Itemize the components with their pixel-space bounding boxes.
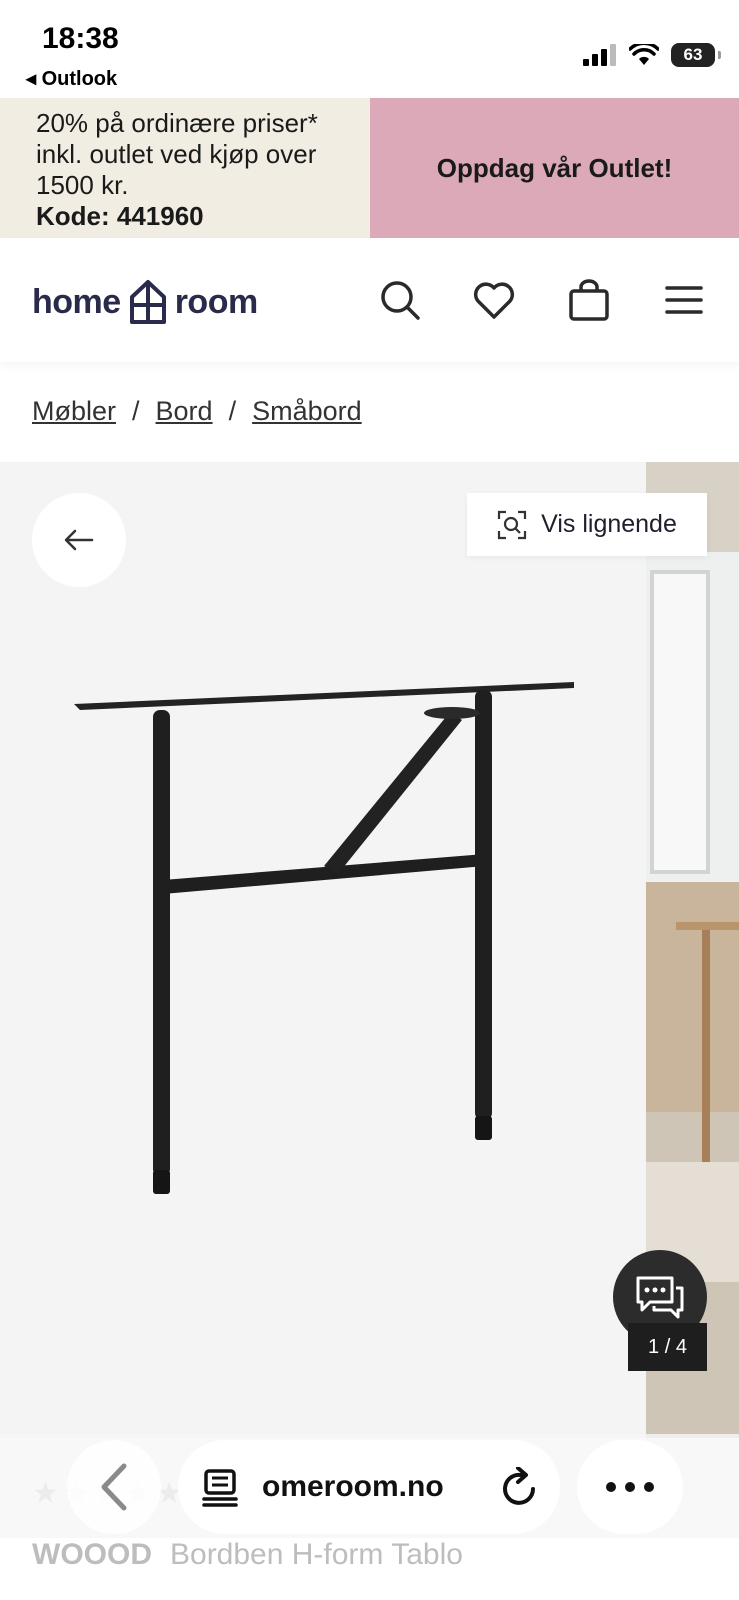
product-brand[interactable]: WOOOD (32, 1538, 152, 1571)
breadcrumb-link-mobler[interactable]: Møbler (32, 396, 116, 427)
image-counter: 1 / 4 (628, 1323, 707, 1371)
status-icons: 63 (583, 40, 721, 70)
chevron-left-icon (101, 1463, 127, 1511)
back-to-app-link[interactable]: ◂ Outlook (26, 66, 117, 91)
chat-bubbles-icon (636, 1276, 684, 1319)
promo-banner-outlet[interactable]: Oppdag vår Outlet! (370, 98, 739, 238)
browser-back-button[interactable] (67, 1440, 161, 1534)
show-similar-button[interactable]: Vis lignende (467, 493, 707, 556)
promo-outlet-label: Oppdag vår Outlet! (436, 152, 673, 183)
product-title: Bordben H-form Tablo (170, 1538, 463, 1571)
homeroom-logo[interactable]: home room (32, 278, 258, 326)
more-dots-icon (606, 1482, 654, 1492)
house-logo-icon (129, 280, 166, 324)
breadcrumb: Møbler / Bord / Småbord (32, 396, 362, 427)
bag-icon[interactable] (565, 276, 613, 324)
show-similar-label: Vis lignende (541, 510, 677, 538)
breadcrumb-separator: / (228, 396, 237, 426)
signal-icon (583, 44, 616, 66)
breadcrumb-link-bord[interactable]: Bord (156, 396, 213, 427)
logo-text-room: room (174, 282, 259, 321)
promo-discount-description: 20% på ordinære priser* inkl. outlet ved… (36, 108, 318, 200)
wifi-icon (629, 44, 659, 65)
status-time: 18:38 (42, 22, 119, 55)
battery-icon: 63 (671, 43, 721, 67)
browser-more-button[interactable] (577, 1440, 683, 1534)
heart-icon[interactable] (470, 276, 518, 324)
arrow-left-icon (64, 529, 94, 551)
product-heading: WOOOD Bordben H-form Tablo (32, 1538, 463, 1572)
menu-icon[interactable] (660, 276, 708, 324)
logo-text-home: home (32, 282, 121, 321)
status-bar: 18:38 ◂ Outlook 63 (0, 0, 739, 98)
browser-url: omeroom.no (262, 1470, 444, 1503)
previous-image-button[interactable] (32, 493, 126, 587)
search-icon[interactable] (376, 276, 424, 324)
promo-discount-text: 20% på ordinære priser* inkl. outlet ved… (36, 108, 356, 232)
visual-search-icon (498, 510, 527, 539)
breadcrumb-link-smabord[interactable]: Småbord (252, 396, 362, 427)
breadcrumb-separator: / (132, 396, 140, 426)
reload-icon[interactable] (500, 1467, 538, 1507)
battery-level: 63 (683, 45, 703, 64)
page-menu-icon[interactable] (200, 1467, 240, 1507)
browser-address-bar[interactable]: omeroom.no (178, 1440, 560, 1534)
product-image-table-leg (74, 682, 574, 1194)
promo-code: Kode: 441960 (36, 201, 204, 231)
